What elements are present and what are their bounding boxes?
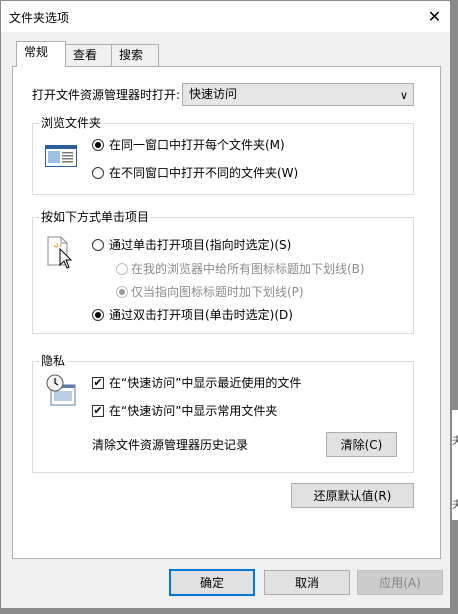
different-window-label[interactable]: 在不同窗口中打开不同的文件夹(W) <box>109 166 298 180</box>
underline-all-label[interactable]: 在我的浏览器中给所有图标标题加下划线(B) <box>131 262 365 276</box>
double-click-label[interactable]: 通过双击打开项目(单击时选定)(D) <box>109 308 293 322</box>
open-explorer-label: 打开文件资源管理器时打开: <box>32 88 181 102</box>
same-window-label[interactable]: 在同一窗口中打开每个文件夹(M) <box>109 138 285 152</box>
browse-folders-group: 浏览文件夹 <box>32 116 414 195</box>
chevron-down-icon: ∨ <box>399 89 408 102</box>
folder-options-dialog: 文件夹选项 ✕ 常规 查看 搜索 打开文件资源管理器时打开: 快速访问 ∨ 浏览… <box>0 0 451 609</box>
window-title: 文件夹选项 <box>9 11 70 25</box>
single-click-label[interactable]: 通过单击打开项目(指向时选定)(S) <box>109 238 291 252</box>
close-button[interactable]: ✕ <box>419 1 450 32</box>
recent-files-label[interactable]: 在“快速访问”中显示最近使用的文件 <box>109 376 301 390</box>
privacy-title: 隐私 <box>39 354 68 368</box>
checkbox-frequent-folders[interactable]: ✔ <box>92 405 104 417</box>
background-text-fragment: 夫 <box>452 500 458 511</box>
clear-button-label: 清除(C) <box>340 438 383 452</box>
tab-general[interactable]: 常规 <box>16 41 66 67</box>
click-items-title: 按如下方式单击项目 <box>39 210 152 224</box>
browse-folders-title: 浏览文件夹 <box>39 116 104 130</box>
clear-history-label: 清除文件资源管理器历史记录 <box>92 438 249 452</box>
title-bar: 文件夹选项 ✕ <box>1 1 450 32</box>
tab-view[interactable]: 查看 <box>65 44 112 66</box>
radio-different-window[interactable] <box>92 167 104 179</box>
frequent-folders-label[interactable]: 在“快速访问”中显示常用文件夹 <box>109 404 277 418</box>
close-icon: ✕ <box>427 7 442 26</box>
apply-label: 应用(A) <box>379 576 421 590</box>
folder-window-icon <box>45 145 77 170</box>
clear-history-button[interactable]: 清除(C) <box>326 432 397 457</box>
radio-single-click[interactable] <box>92 239 104 251</box>
tab-label: 查看 <box>73 48 98 62</box>
open-explorer-value: 快速访问 <box>189 87 238 101</box>
open-explorer-dropdown[interactable]: 快速访问 ∨ <box>182 83 414 106</box>
ok-button[interactable]: 确定 <box>169 569 255 596</box>
background-text-fragment: 夫 <box>452 436 458 447</box>
restore-defaults-button[interactable]: 还原默认值(R) <box>291 483 414 508</box>
privacy-clock-icon <box>45 373 77 410</box>
apply-button[interactable]: 应用(A) <box>357 570 443 595</box>
cancel-label: 取消 <box>294 576 319 590</box>
radio-double-click[interactable] <box>92 309 104 321</box>
radio-same-window[interactable] <box>92 139 104 151</box>
ok-label: 确定 <box>199 576 224 590</box>
tab-search[interactable]: 搜索 <box>111 44 159 66</box>
tab-label: 搜索 <box>119 48 144 62</box>
click-cursor-icon <box>47 235 77 272</box>
tab-label: 常规 <box>24 45 49 59</box>
underline-hover-label[interactable]: 仅当指向图标标题时加下划线(P) <box>131 285 304 299</box>
radio-underline-hover[interactable] <box>116 286 128 298</box>
cancel-button[interactable]: 取消 <box>264 570 350 595</box>
restore-defaults-label: 还原默认值(R) <box>313 489 392 503</box>
checkbox-recent-files[interactable]: ✔ <box>92 377 104 389</box>
radio-underline-all[interactable] <box>116 263 128 275</box>
